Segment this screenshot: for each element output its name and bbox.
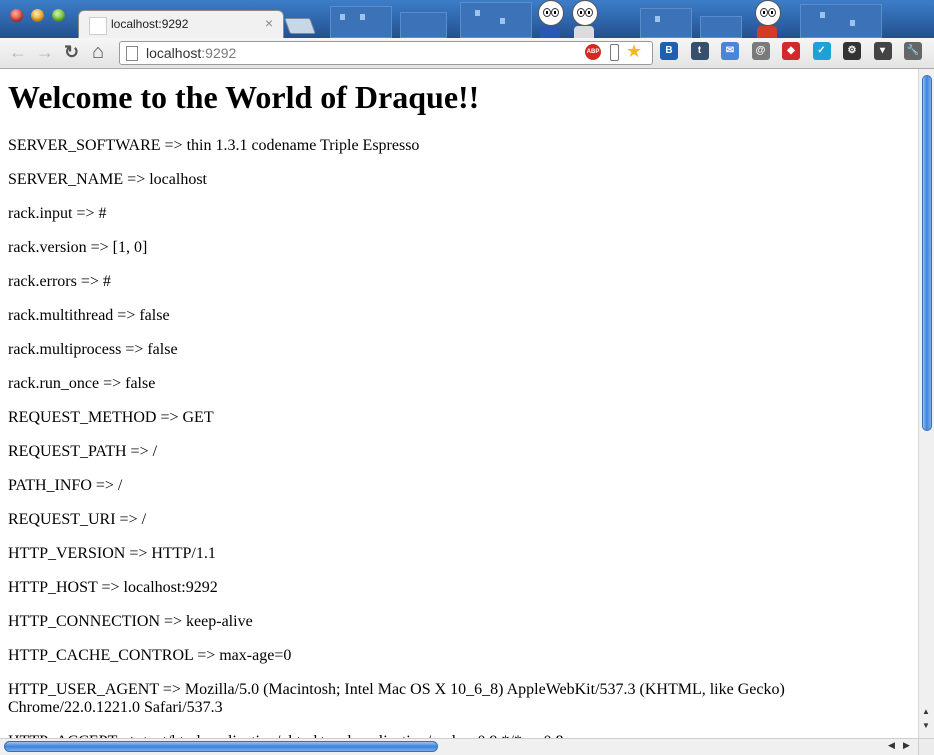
minimize-window-button[interactable] bbox=[31, 9, 44, 22]
env-line: HTTP_CONNECTION => keep-alive bbox=[8, 613, 253, 630]
env-line: PATH_INFO => / bbox=[8, 477, 123, 494]
email-extension-icon[interactable]: @ bbox=[751, 42, 770, 60]
env-line: REQUEST_METHOD => GET bbox=[8, 409, 214, 426]
bookmark-star-icon[interactable]: ★ bbox=[626, 41, 642, 62]
theme-cartoon-character bbox=[572, 0, 598, 38]
mobile-icon[interactable] bbox=[610, 44, 619, 61]
new-tab-button[interactable] bbox=[284, 18, 316, 34]
env-line: SERVER_NAME => localhost bbox=[8, 171, 207, 188]
pocket-extension-icon[interactable]: ▾ bbox=[873, 42, 892, 60]
building-window bbox=[360, 14, 365, 20]
building-window bbox=[820, 12, 825, 18]
lastpass-extension-icon[interactable]: ◆ bbox=[782, 42, 800, 60]
scroll-left-arrow-icon[interactable]: ◀ bbox=[888, 740, 895, 751]
background-building bbox=[800, 4, 882, 38]
vertical-scroll-thumb[interactable] bbox=[922, 75, 932, 431]
building-window bbox=[850, 20, 855, 26]
url-text[interactable]: localhost:9292 bbox=[146, 45, 236, 61]
page-content: Welcome to the World of Draque!! SERVER_… bbox=[0, 69, 918, 738]
env-line: HTTP_USER_AGENT => Mozilla/5.0 (Macintos… bbox=[8, 681, 785, 716]
env-line: rack.errors => # bbox=[8, 273, 111, 290]
env-line: SERVER_SOFTWARE => thin 1.3.1 codename T… bbox=[8, 137, 420, 154]
env-line: rack.run_once => false bbox=[8, 375, 156, 392]
checkmark-extension-icon[interactable]: ✓ bbox=[812, 42, 831, 60]
horizontal-scrollbar[interactable]: ◀ ▶ bbox=[0, 738, 918, 755]
background-building bbox=[400, 12, 447, 38]
background-building bbox=[640, 8, 692, 38]
browser-toolbar: ← → ↻ ⌂ localhost:9292 ABP ★ Bt ✉ @ ◆ ✓ ⚙ ▾ 🔧 bbox=[0, 38, 934, 69]
scroll-down-arrow-icon[interactable]: ▼ bbox=[922, 721, 930, 730]
building-window bbox=[475, 10, 480, 16]
scroll-up-arrow-icon[interactable]: ▲ bbox=[922, 707, 930, 716]
env-line: rack.input => # bbox=[8, 205, 107, 222]
tumblr-extension-icon[interactable]: t bbox=[690, 42, 709, 60]
zoom-window-button[interactable] bbox=[52, 9, 65, 22]
blog-extension-icon[interactable]: B bbox=[660, 42, 678, 60]
background-building bbox=[460, 2, 532, 38]
mail-extension-icon[interactable]: ✉ bbox=[721, 42, 739, 60]
wrench-menu-icon[interactable]: 🔧 bbox=[904, 42, 922, 60]
reload-button[interactable]: ↻ bbox=[64, 42, 79, 62]
tab-title: localhost:9292 bbox=[111, 17, 189, 31]
close-window-button[interactable] bbox=[10, 9, 23, 22]
vertical-scrollbar[interactable]: ▲ ▼ bbox=[918, 69, 934, 738]
tab-close-icon[interactable]: × bbox=[265, 15, 273, 31]
horizontal-scroll-thumb[interactable] bbox=[4, 741, 438, 752]
home-button[interactable]: ⌂ bbox=[92, 42, 104, 62]
page-icon bbox=[126, 46, 138, 61]
scroll-right-arrow-icon[interactable]: ▶ bbox=[903, 740, 910, 751]
browser-tab[interactable]: localhost:9292 × bbox=[78, 10, 284, 38]
forward-button[interactable]: → bbox=[36, 42, 54, 62]
env-line: HTTP_CACHE_CONTROL => max-age=0 bbox=[8, 647, 292, 664]
background-building bbox=[330, 6, 392, 38]
background-building bbox=[700, 16, 742, 38]
address-bar[interactable]: localhost:9292 ABP ★ bbox=[119, 41, 653, 65]
env-line: rack.multiprocess => false bbox=[8, 341, 178, 358]
env-line: HTTP_VERSION => HTTP/1.1 bbox=[8, 545, 216, 562]
env-line: rack.multithread => false bbox=[8, 307, 170, 324]
scrollbar-corner bbox=[918, 738, 934, 755]
back-button[interactable]: ← bbox=[9, 42, 27, 62]
environment-list: SERVER_SOFTWARE => thin 1.3.1 codename T… bbox=[8, 137, 903, 738]
building-window bbox=[340, 14, 345, 20]
settings-extension-icon[interactable]: ⚙ bbox=[843, 42, 861, 60]
theme-cartoon-character bbox=[538, 0, 564, 38]
adblock-icon[interactable]: ABP bbox=[585, 44, 601, 60]
env-line: REQUEST_URI => / bbox=[8, 511, 147, 528]
building-window bbox=[500, 18, 505, 24]
tab-strip: localhost:9292 × bbox=[0, 0, 934, 38]
env-line: HTTP_HOST => localhost:9292 bbox=[8, 579, 218, 596]
page-favicon-icon bbox=[89, 17, 107, 35]
page-heading: Welcome to the World of Draque!! bbox=[8, 79, 480, 115]
env-line: REQUEST_PATH => / bbox=[8, 443, 158, 460]
theme-cartoon-character bbox=[755, 0, 781, 38]
building-window bbox=[655, 16, 660, 22]
env-line: rack.version => [1, 0] bbox=[8, 239, 148, 256]
